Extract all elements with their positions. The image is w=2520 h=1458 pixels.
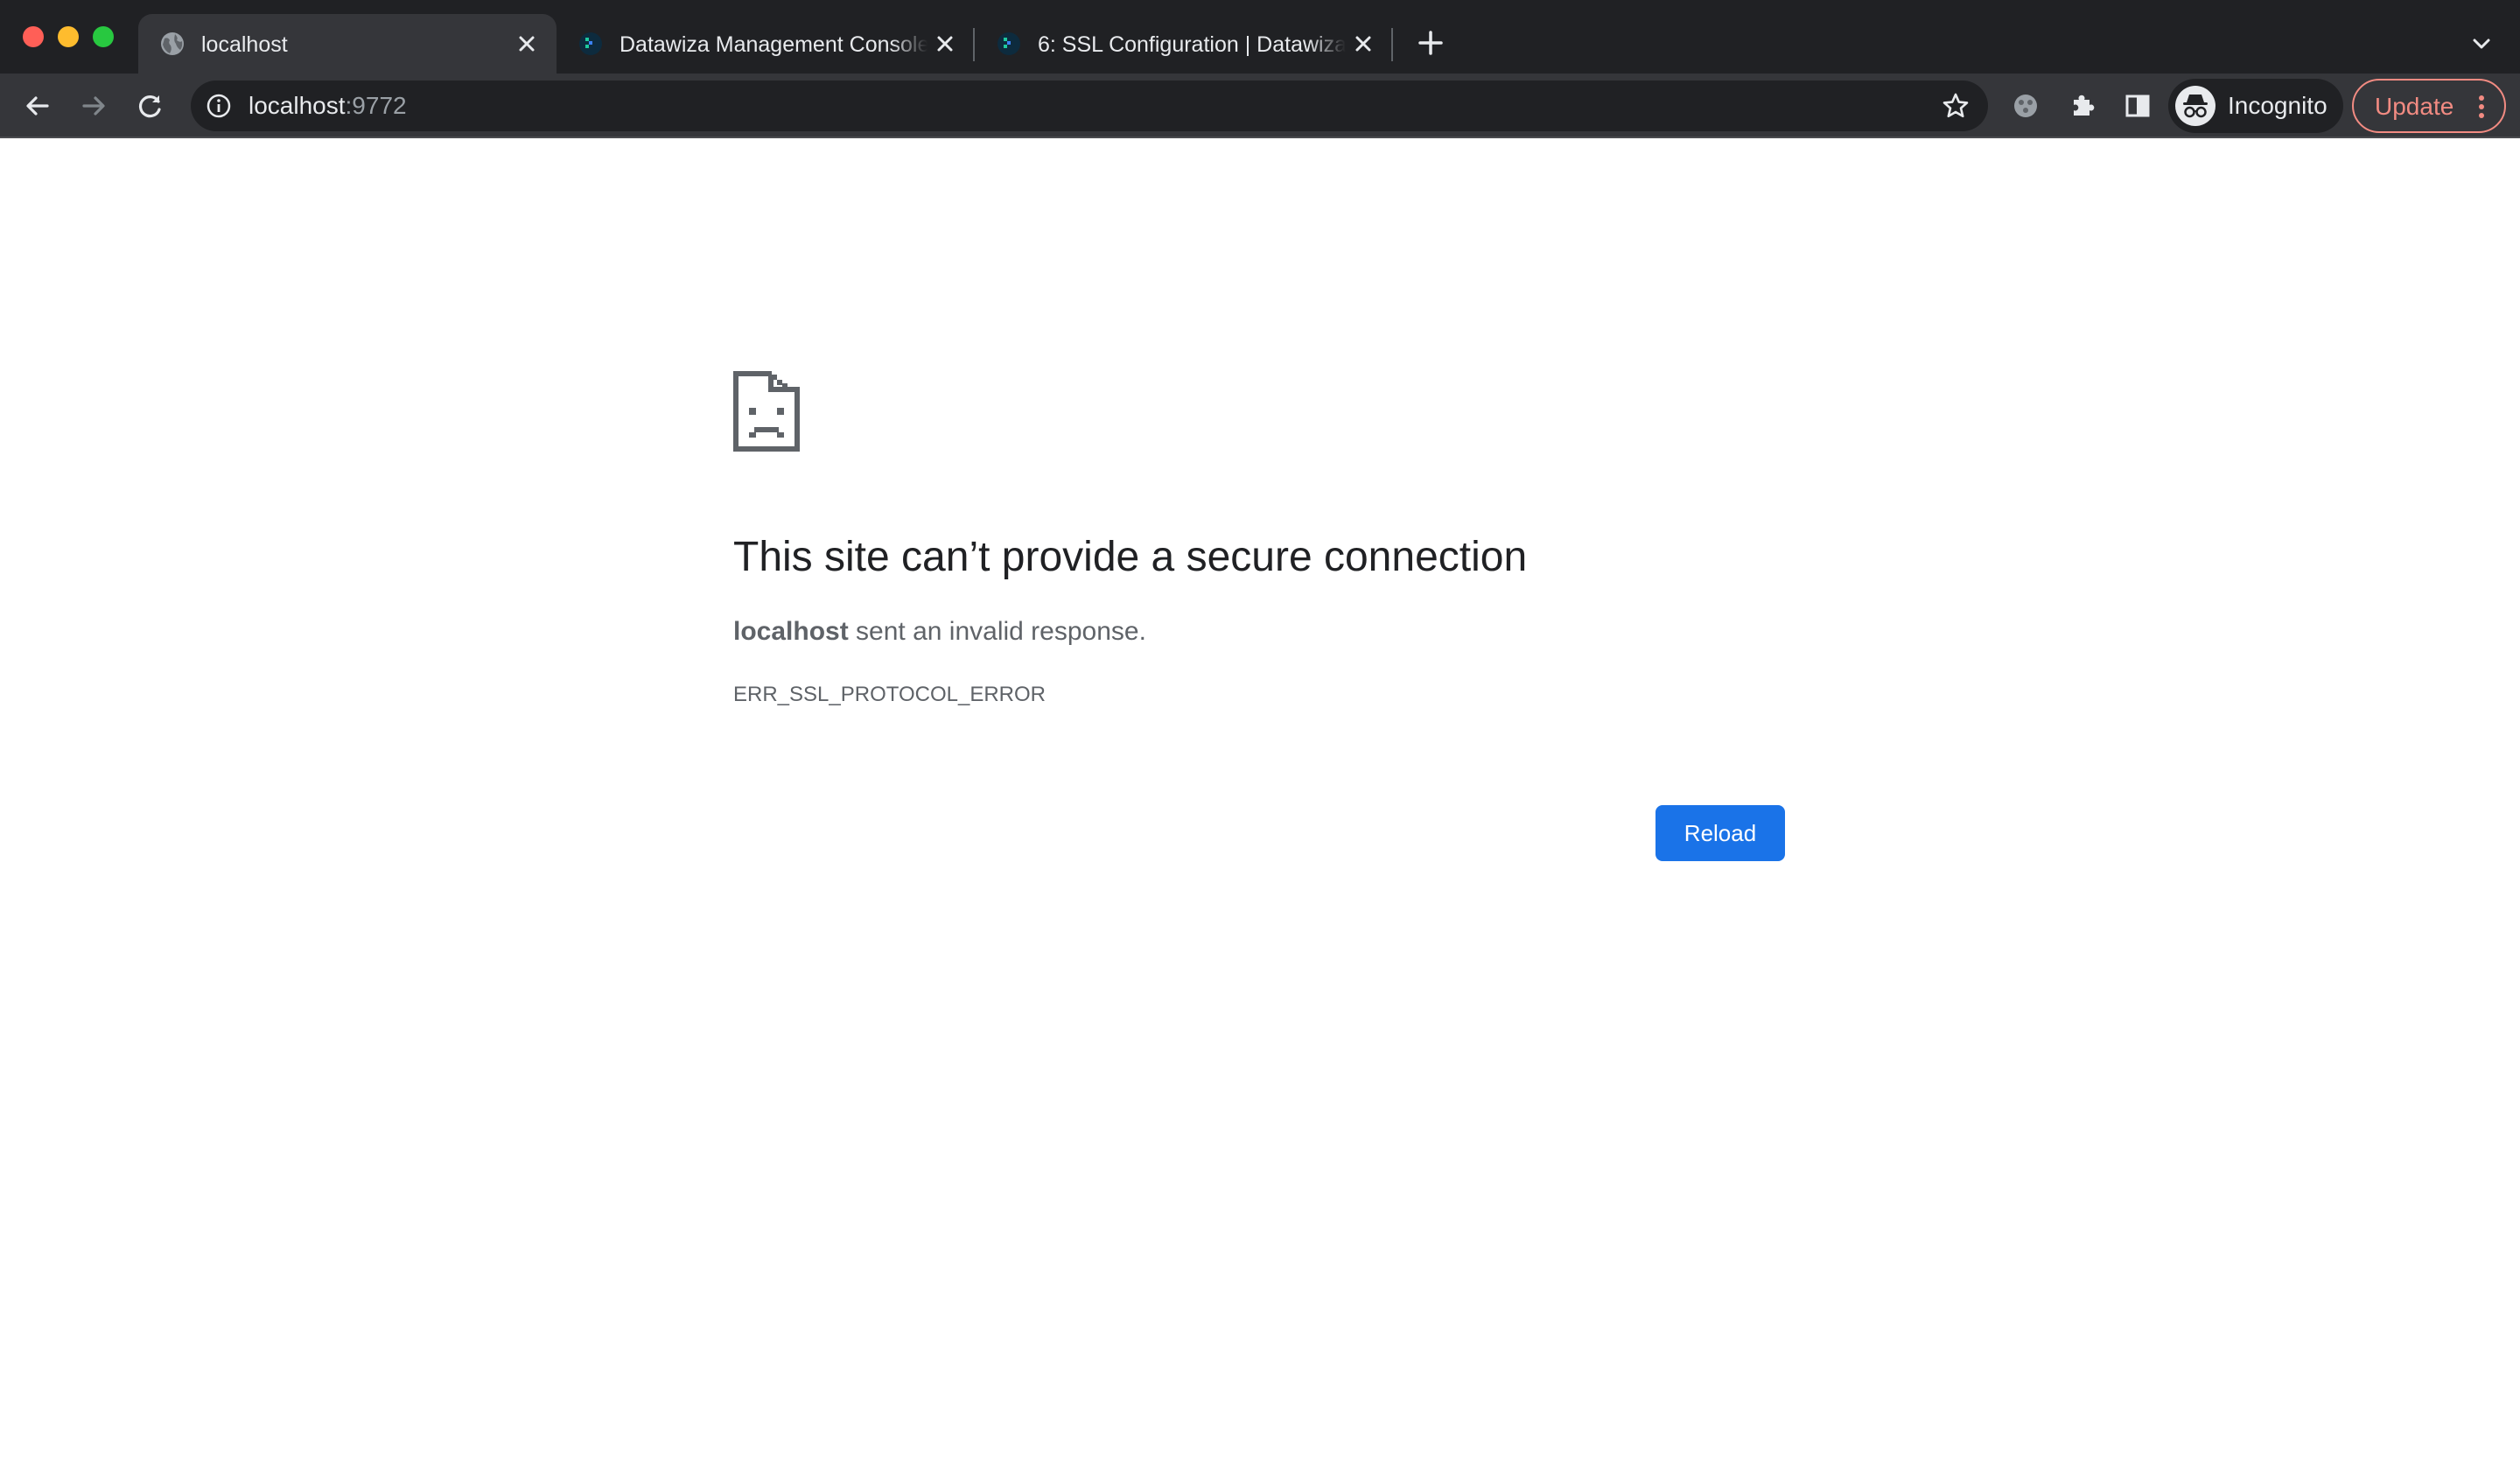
forward-arrow-icon[interactable]: [79, 91, 108, 121]
address-bar[interactable]: localhost:9772: [191, 81, 1988, 131]
back-arrow-icon[interactable]: [23, 91, 52, 121]
bookmark-star-icon[interactable]: [1941, 91, 1970, 121]
reload-icon[interactable]: [136, 91, 165, 121]
new-tab-icon[interactable]: [1416, 28, 1446, 58]
url-port: :9772: [345, 92, 407, 119]
update-button[interactable]: Update: [2352, 79, 2506, 133]
tab-localhost[interactable]: localhost: [138, 14, 556, 74]
url-host: localhost: [248, 92, 346, 119]
error-code: ERR_SSL_PROTOCOL_ERROR: [733, 683, 1046, 706]
incognito-icon: [2175, 86, 2216, 126]
tab-title: localhost: [201, 32, 288, 57]
datawiza-favicon: [579, 32, 602, 55]
info-icon[interactable]: [205, 92, 233, 120]
browser-toolbar: localhost:9772 Incognito Update: [0, 74, 2520, 138]
tab-separator: [1391, 28, 1393, 61]
tab-title: 6: SSL Configuration | Datawiza: [1038, 32, 1346, 57]
sad-page-icon: [733, 371, 800, 452]
error-description: localhost sent an invalid response.: [733, 614, 1146, 649]
datawiza-favicon: [998, 32, 1020, 55]
tab-strip: localhost Datawiza Management Console 6:…: [0, 0, 2520, 74]
window-minimize-button[interactable]: [58, 26, 79, 47]
close-tab-icon[interactable]: [933, 32, 957, 56]
tab-ssl-configuration[interactable]: 6: SSL Configuration | Datawiza: [975, 14, 1393, 74]
extension-icon[interactable]: [2011, 91, 2040, 121]
tab-datawiza-console[interactable]: Datawiza Management Console: [556, 14, 975, 74]
globe-icon: [161, 32, 184, 55]
profile-label: Incognito: [2228, 92, 2328, 119]
incognito-profile-button[interactable]: Incognito: [2168, 79, 2343, 133]
chevron-down-icon[interactable]: [2469, 32, 2494, 56]
puzzle-piece-icon[interactable]: [2067, 91, 2096, 121]
update-label: Update: [2375, 93, 2454, 120]
tab-title: Datawiza Management Console: [620, 32, 928, 57]
error-host: localhost: [733, 617, 849, 646]
window-zoom-button[interactable]: [93, 26, 114, 47]
close-tab-icon[interactable]: [514, 32, 539, 56]
url-text: localhost:9772: [248, 92, 407, 120]
error-heading: This site can’t provide a secure connect…: [733, 534, 1528, 580]
close-tab-icon[interactable]: [1351, 32, 1376, 56]
error-message: sent an invalid response.: [848, 617, 1146, 646]
window-close-button[interactable]: [23, 26, 44, 47]
side-panel-icon[interactable]: [2123, 91, 2152, 121]
more-menu-icon[interactable]: [2476, 93, 2487, 121]
reload-button[interactable]: Reload: [1656, 805, 1785, 861]
